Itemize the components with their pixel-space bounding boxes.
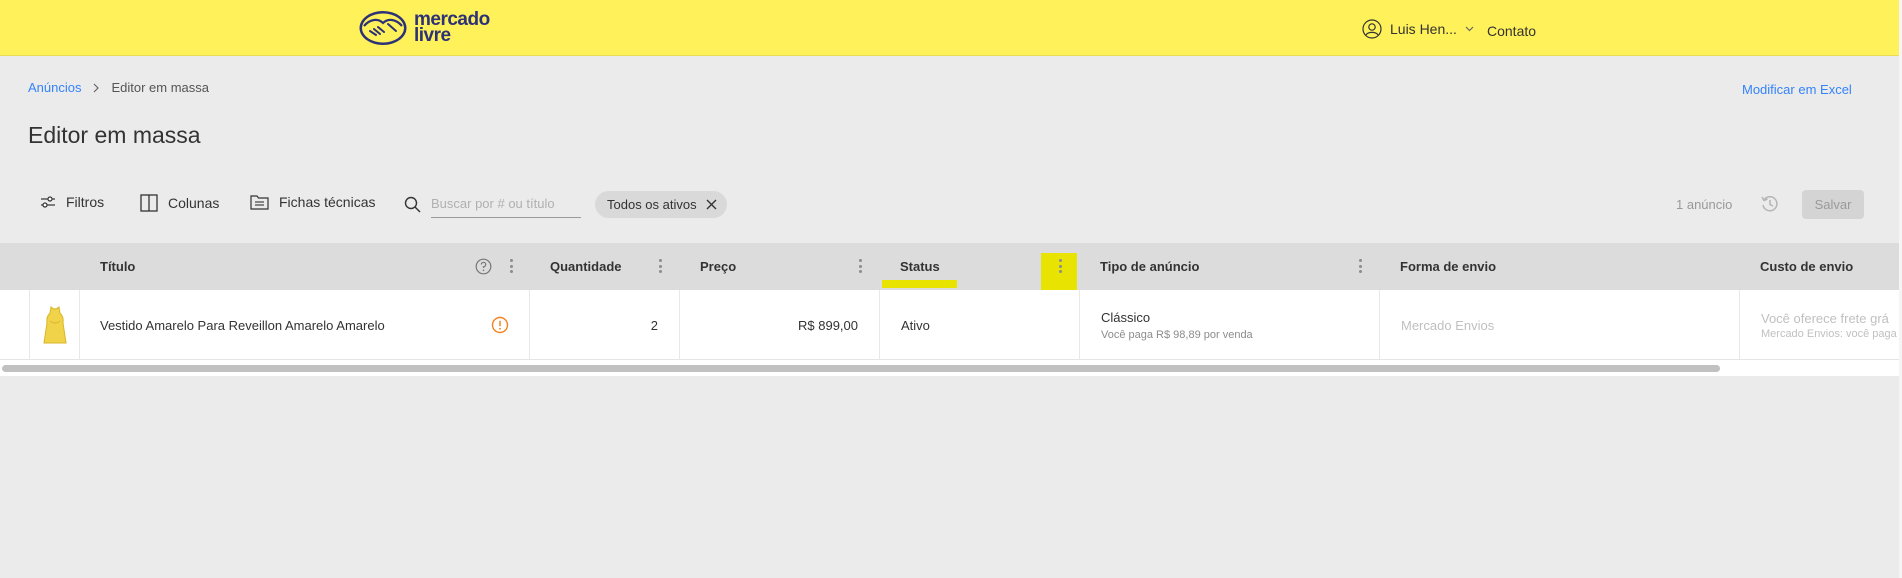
columns-button[interactable]: Colunas: [140, 194, 219, 212]
warning-icon[interactable]: [491, 316, 509, 334]
filters-button[interactable]: Filtros: [40, 194, 104, 210]
user-avatar-icon: [1362, 19, 1382, 39]
logo-wordmark: mercado livre: [414, 9, 490, 46]
close-icon[interactable]: [706, 199, 717, 210]
chip-label: Todos os ativos: [607, 197, 697, 212]
horizontal-scrollbar[interactable]: [0, 360, 1902, 376]
row-spacer: [0, 290, 30, 360]
scrollbar-thumb[interactable]: [2, 365, 1720, 372]
status-value: Ativo: [901, 317, 930, 333]
history-icon: [1761, 196, 1778, 212]
mercado-livre-logo[interactable]: mercado livre: [358, 9, 490, 47]
title-cell[interactable]: Vestido Amarelo Para Reveillon Amarelo A…: [80, 290, 530, 360]
price-value: R$ 899,00: [798, 317, 858, 333]
history-button[interactable]: [1760, 194, 1780, 219]
technical-sheets-button[interactable]: Fichas técnicas: [250, 194, 375, 210]
quantity-cell[interactable]: 2: [530, 290, 680, 360]
listing-type-cell[interactable]: Clássico Você paga R$ 98,89 por venda: [1080, 290, 1380, 360]
search-icon: [404, 196, 421, 212]
filters-label: Filtros: [66, 194, 105, 210]
filter-sliders-icon: [41, 196, 55, 208]
breadcrumb-anuncios-link[interactable]: Anúncios: [28, 80, 81, 95]
chevron-down-icon: [1465, 26, 1474, 32]
listing-type-note: Você paga R$ 98,89 por venda: [1101, 328, 1253, 341]
product-title: Vestido Amarelo Para Reveillon Amarelo A…: [100, 317, 385, 333]
column-header-price[interactable]: Preço: [700, 243, 736, 290]
listing-count: 1 anúncio: [1676, 197, 1733, 212]
column-menu-icon[interactable]: [509, 259, 513, 273]
search-bar: [404, 190, 581, 218]
table-row[interactable]: Vestido Amarelo Para Reveillon Amarelo A…: [0, 290, 1902, 360]
column-header-listing-type[interactable]: Tipo de anúncio: [1100, 243, 1199, 290]
columns-label: Colunas: [168, 195, 220, 211]
column-header-shipping[interactable]: Forma de envio: [1400, 243, 1496, 290]
contact-link[interactable]: Contato: [1487, 23, 1536, 39]
breadcrumb: Anúncios Editor em massa: [28, 80, 209, 95]
column-header-title[interactable]: Título: [100, 243, 135, 290]
listing-type-value: Clássico: [1101, 309, 1151, 325]
help-circle-icon[interactable]: [475, 258, 492, 275]
chevron-right-icon: [94, 83, 100, 92]
user-menu[interactable]: Luis Hen...: [1362, 19, 1474, 39]
status-column-menu-icon[interactable]: [1058, 259, 1062, 273]
user-name: Luis Hen...: [1390, 21, 1457, 37]
handshake-logo-icon: [359, 11, 407, 45]
dress-image-icon: [42, 305, 67, 344]
price-cell[interactable]: R$ 899,00: [680, 290, 880, 360]
technical-sheets-label: Fichas técnicas: [279, 194, 376, 210]
quantity-value: 2: [650, 317, 658, 333]
column-header-shipping-cost[interactable]: Custo de envio: [1760, 243, 1853, 290]
product-thumbnail[interactable]: [30, 290, 80, 360]
breadcrumb-current: Editor em massa: [111, 80, 210, 95]
active-filter-chip[interactable]: Todos os ativos: [595, 191, 727, 218]
column-menu-icon[interactable]: [858, 259, 862, 273]
save-button[interactable]: Salvar: [1802, 190, 1864, 219]
status-cell[interactable]: Ativo: [880, 290, 1080, 360]
shipping-cost-note: Mercado Envios: você paga: [1761, 327, 1897, 340]
page-title: Editor em massa: [28, 122, 201, 148]
shipping-value: Mercado Envios: [1401, 317, 1495, 333]
columns-icon: [140, 194, 158, 212]
modify-in-excel-link[interactable]: Modificar em Excel: [1742, 82, 1852, 97]
status-highlight-underline: [882, 280, 957, 288]
search-input[interactable]: [431, 190, 581, 218]
shipping-cell: Mercado Envios: [1380, 290, 1740, 360]
column-menu-icon[interactable]: [1358, 259, 1362, 273]
column-header-quantity[interactable]: Quantidade: [550, 243, 622, 290]
shipping-cost-value: Você oferece frete grá: [1761, 310, 1889, 326]
shipping-cost-cell: Você oferece frete grá Mercado Envios: v…: [1740, 290, 1902, 360]
top-header: mercado livre Luis Hen... Contato: [0, 0, 1902, 56]
folder-list-icon: [250, 195, 269, 210]
column-menu-icon[interactable]: [658, 259, 662, 273]
